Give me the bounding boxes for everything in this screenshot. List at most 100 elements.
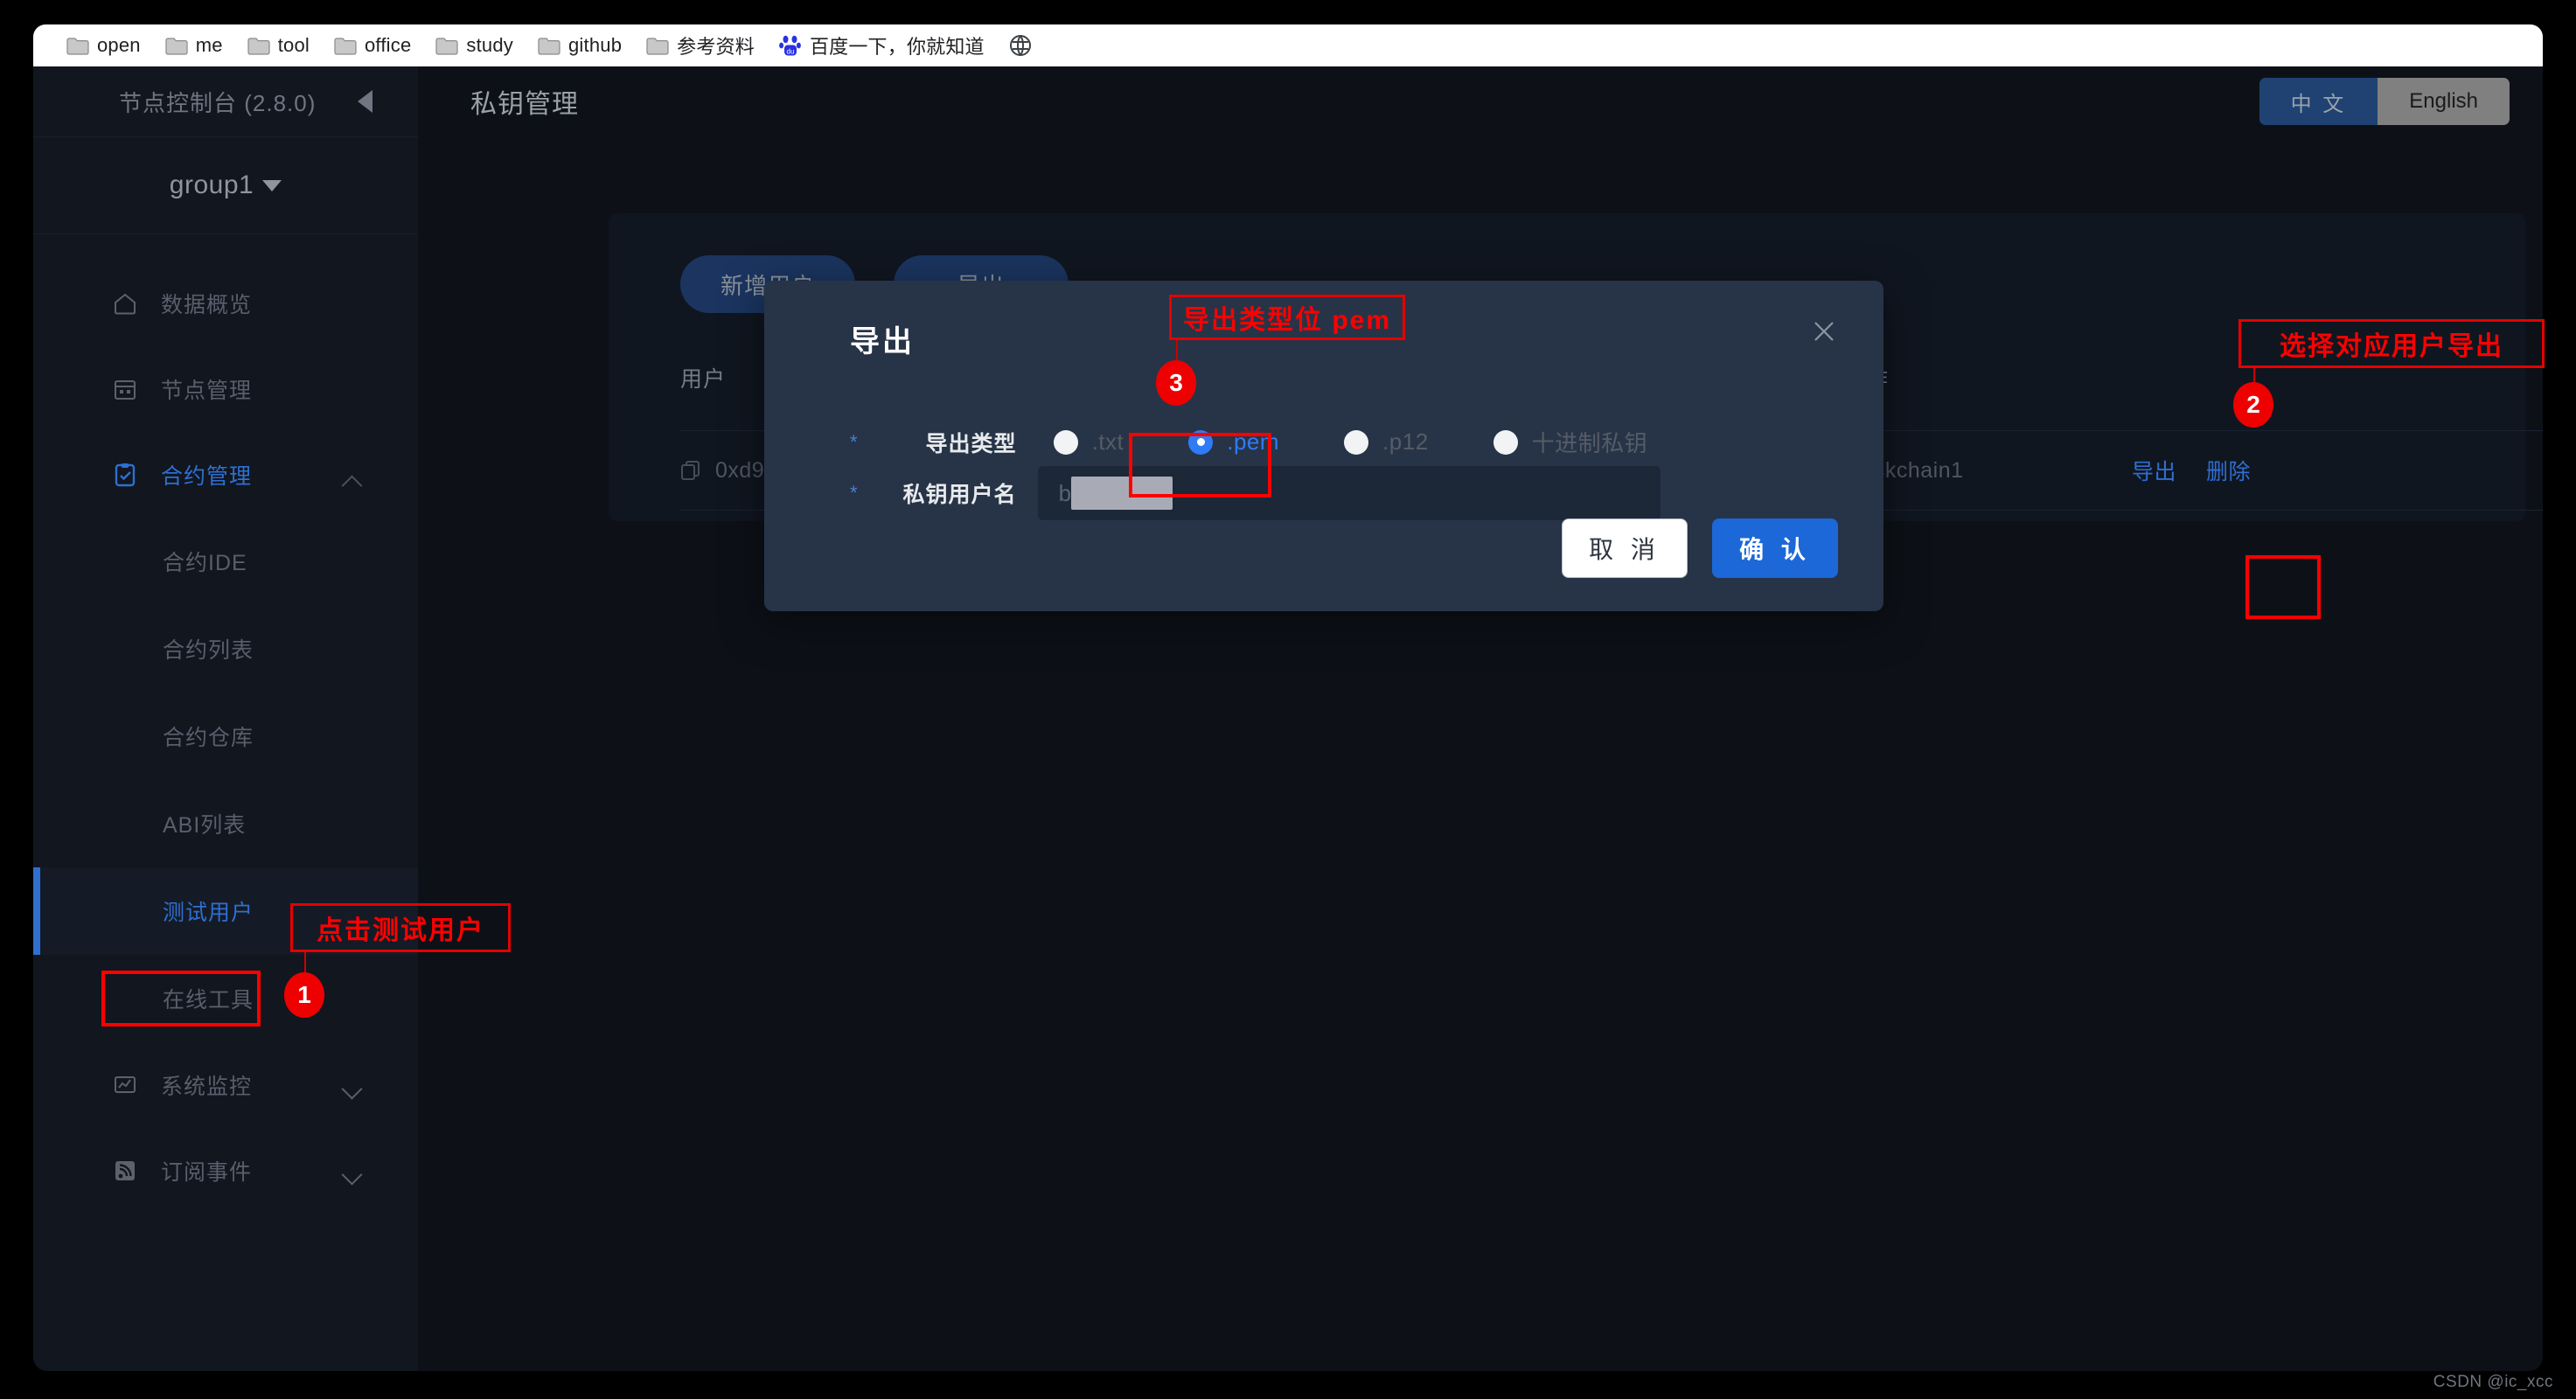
- clipboard-check-icon: [112, 462, 138, 488]
- annotation-highlight-test-user: [101, 971, 261, 1027]
- sidebar-item-system-monitor[interactable]: 系统监控: [33, 1042, 418, 1128]
- bookmark-reference-docs[interactable]: 参考资料: [634, 28, 767, 63]
- annotation-box-1: 点击测试用户: [290, 903, 511, 952]
- cancel-button[interactable]: 取 消: [1562, 519, 1688, 578]
- folder-icon: [435, 37, 458, 55]
- monitor-chart-icon: [112, 1072, 138, 1098]
- group-selector[interactable]: group1: [33, 137, 418, 233]
- annotation-badge-2: 2: [2233, 382, 2273, 428]
- annotation-box-2: 选择对应用户导出: [2238, 319, 2545, 368]
- radio-label: .txt: [1091, 428, 1124, 455]
- close-icon[interactable]: [1805, 312, 1843, 351]
- language-toggle: 中 文 English: [2259, 78, 2510, 125]
- folder-icon: [334, 37, 357, 55]
- sidebar-item-abi-list[interactable]: ABI列表: [33, 780, 418, 867]
- main-content: 私钥管理 中 文 English 新增用户 导出 用户 操作: [418, 66, 2543, 1371]
- folder-icon: [538, 37, 560, 55]
- modal-title: 导出: [850, 325, 915, 358]
- sidebar-item-subscribe-events[interactable]: 订阅事件: [33, 1128, 418, 1214]
- bookmark-label: tool: [277, 34, 310, 56]
- export-type-label: 导出类型: [925, 431, 1017, 456]
- sidebar-item-label: 系统监控: [161, 1075, 253, 1099]
- table-cell-user: blockchain1: [1843, 457, 1964, 483]
- baidu-icon: du: [779, 34, 802, 57]
- table-column-actions: 操作: [1843, 362, 2193, 393]
- row-delete-link[interactable]: 删除: [2206, 455, 2251, 486]
- bookmark-label: me: [195, 34, 223, 56]
- sidebar-item-contract-management[interactable]: 合约管理: [33, 432, 418, 518]
- radio-option-decimal-private-key[interactable]: 十进制私钥: [1478, 414, 1664, 470]
- calendar-icon: [112, 376, 138, 402]
- main-header: 私钥管理 中 文 English: [418, 66, 2543, 136]
- bookmark-label: office: [365, 34, 412, 56]
- bookmark-label: github: [567, 34, 623, 56]
- annotation-highlight-pem-radio: [1129, 433, 1271, 498]
- page-title: 私钥管理: [470, 90, 579, 119]
- bookmark-me[interactable]: me: [153, 31, 235, 60]
- chevron-up-icon[interactable]: [345, 471, 362, 489]
- app-window: 节点控制台 (2.8.0) group1 数据概览 节点管理 合约管理 合约ID…: [33, 66, 2543, 1371]
- sidebar-item-node-management[interactable]: 节点管理: [33, 346, 418, 432]
- bookmark-label: open: [97, 34, 141, 56]
- radio-option-txt[interactable]: .txt: [1038, 416, 1140, 468]
- sidebar-item-label: 合约管理: [161, 464, 253, 489]
- sidebar-nav: 数据概览 节点管理 合约管理 合约IDE 合约列表 合约仓库 ABI列表 测试用…: [33, 234, 418, 1214]
- sidebar-item-label: 合约仓库: [163, 726, 254, 750]
- bookmark-baidu[interactable]: du 百度一下，你就知道: [767, 28, 997, 63]
- sidebar-header: 节点控制台 (2.8.0): [33, 66, 418, 136]
- group-selector-label: group1: [169, 171, 254, 199]
- key-username-label: 私钥用户名: [902, 483, 1017, 507]
- radio-option-p12[interactable]: .p12: [1328, 416, 1445, 468]
- bookmark-label: 百度一下，你就知道: [809, 36, 985, 58]
- copy-icon[interactable]: [680, 460, 701, 481]
- bookmark-label: 参考资料: [677, 36, 755, 58]
- globe-icon: [1009, 34, 1032, 57]
- sidebar-item-label: 节点管理: [161, 379, 253, 403]
- bookmark-globe[interactable]: [997, 31, 1052, 60]
- annotation-badge-1: 1: [284, 972, 324, 1018]
- sidebar-item-contract-list[interactable]: 合约列表: [33, 605, 418, 693]
- browser-bookmark-bar: open me tool office study github 参考资料 du…: [33, 24, 2543, 66]
- watermark: CSDN @ic_xcc: [2433, 1373, 2553, 1391]
- radio-circle-icon: [1493, 429, 1518, 455]
- language-button-english[interactable]: English: [2378, 78, 2510, 125]
- sidebar-item-contract-ide[interactable]: 合约IDE: [33, 518, 418, 605]
- folder-icon: [66, 37, 89, 55]
- radio-label: 十进制私钥: [1531, 430, 1648, 456]
- chevron-down-icon: [262, 179, 282, 191]
- svg-text:du: du: [787, 48, 795, 56]
- bookmark-open[interactable]: open: [54, 31, 153, 60]
- rss-icon: [112, 1158, 138, 1184]
- radio-circle-icon: [1053, 429, 1078, 455]
- confirm-button[interactable]: 确 认: [1712, 519, 1838, 578]
- folder-icon: [646, 37, 669, 55]
- sidebar-item-label: 测试用户: [163, 901, 254, 925]
- folder-icon: [247, 37, 270, 55]
- sidebar-item-label: 订阅事件: [161, 1160, 253, 1185]
- bookmark-office[interactable]: office: [322, 31, 423, 60]
- bookmark-study[interactable]: study: [423, 31, 526, 60]
- sidebar-item-contract-repository[interactable]: 合约仓库: [33, 693, 418, 780]
- chevron-down-icon[interactable]: [345, 1167, 362, 1185]
- folder-icon: [165, 37, 188, 55]
- sidebar-item-label: ABI列表: [163, 813, 247, 838]
- bookmark-github[interactable]: github: [526, 31, 634, 60]
- annotation-box-3: 导出类型位 pem: [1169, 295, 1405, 340]
- required-mark: *: [850, 482, 858, 504]
- collapse-left-arrow-icon[interactable]: [358, 90, 372, 113]
- row-export-link[interactable]: 导出: [2132, 455, 2176, 486]
- sidebar-item-label: 合约IDE: [163, 551, 247, 575]
- sidebar-app-title: 节点控制台 (2.8.0): [119, 89, 317, 116]
- language-button-chinese[interactable]: 中 文: [2259, 78, 2378, 125]
- required-mark: *: [850, 430, 858, 453]
- sidebar-item-data-overview[interactable]: 数据概览: [33, 261, 418, 346]
- table-cell-actions: 导出 删除: [2132, 455, 2251, 486]
- bookmark-tool[interactable]: tool: [235, 31, 322, 60]
- modal-footer: 取 消 确 认: [1562, 519, 1838, 578]
- sidebar-item-label: 合约列表: [163, 638, 254, 663]
- home-icon: [112, 290, 138, 317]
- screenshot-root: open me tool office study github 参考资料 du…: [0, 0, 2576, 1399]
- chevron-down-icon[interactable]: [345, 1082, 362, 1099]
- sidebar: 节点控制台 (2.8.0) group1 数据概览 节点管理 合约管理 合约ID…: [33, 66, 418, 1371]
- annotation-highlight-row-export: [2245, 555, 2321, 619]
